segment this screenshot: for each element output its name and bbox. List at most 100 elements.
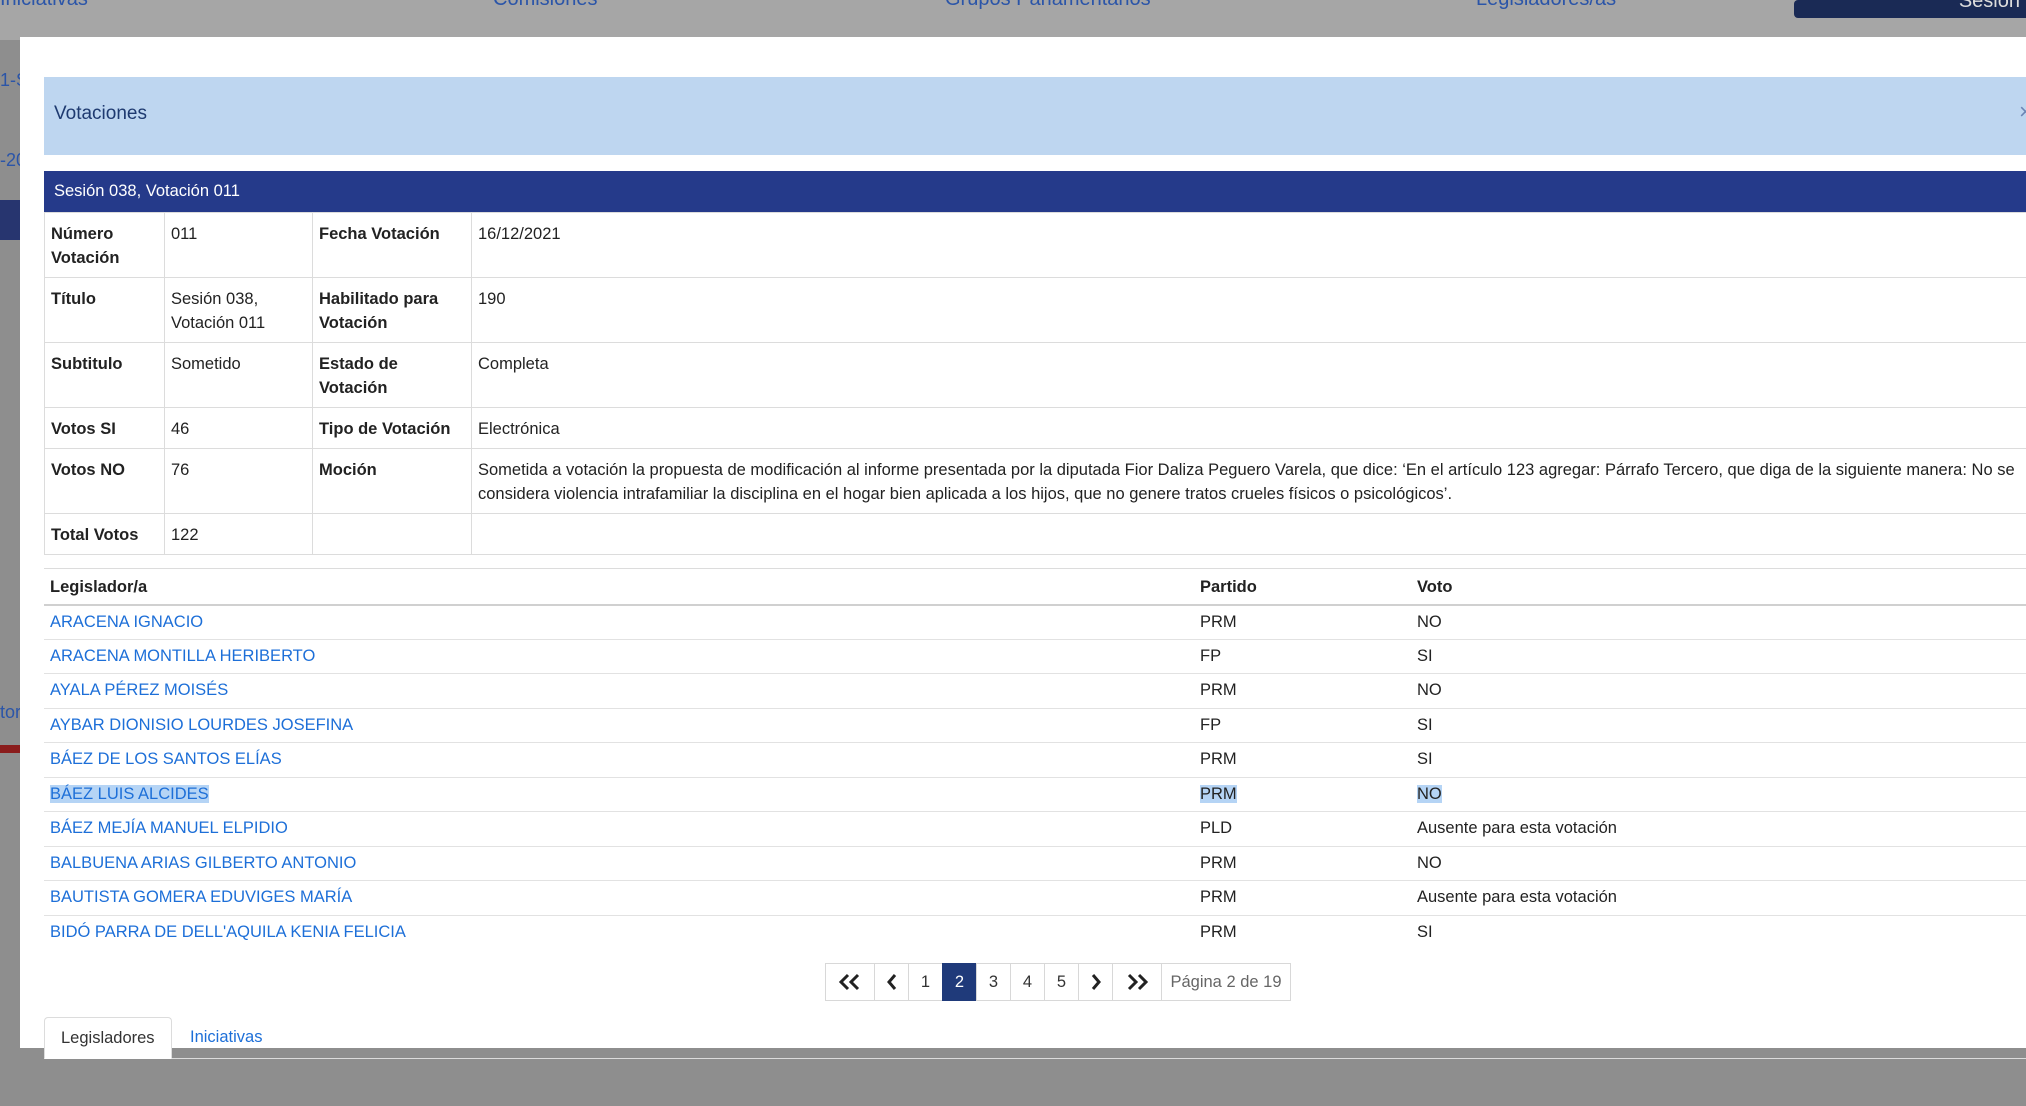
- party-cell: PRM: [1194, 742, 1411, 778]
- habilitado-label: Habilitado para Votación: [312, 277, 472, 343]
- mocion-value: Sometida a votación la propuesta de modi…: [471, 448, 2026, 514]
- double-chevron-right-icon: [1127, 973, 1149, 991]
- chevron-left-icon: [886, 974, 896, 990]
- legislator-link[interactable]: BAUTISTA GOMERA EDUVIGES MARÍA: [50, 888, 352, 906]
- vote-cell: SI: [1417, 923, 1433, 941]
- mocion-label: Moción: [312, 448, 472, 514]
- session-header: Sesión 038, Votación 011: [44, 171, 2026, 212]
- table-row: BALBUENA ARIAS GILBERTO ANTONIO PRM NO: [44, 846, 2026, 881]
- col-partido: Partido: [1194, 568, 1411, 606]
- table-row: BAUTISTA GOMERA EDUVIGES MARÍA PRM Ausen…: [44, 880, 2026, 916]
- party-cell: PRM: [1194, 673, 1411, 709]
- empty-cell: [312, 513, 472, 555]
- info-row: Votos NO 76 Moción Sometida a votación l…: [44, 448, 2026, 514]
- bg-bar: [0, 200, 22, 240]
- bg-session-button: Sesión: [1794, 0, 2026, 18]
- table-row: ARACENA MONTILLA HERIBERTO FP SI: [44, 639, 2026, 674]
- tab-legisladores[interactable]: Legisladores: [44, 1017, 172, 1059]
- bg-nav-iniciativas: Iniciativas: [0, 0, 88, 11]
- fecha-label: Fecha Votación: [312, 212, 472, 278]
- legislators-table: Legislador/a Partido Voto ARACENA IGNACI…: [44, 568, 2026, 950]
- modal-title: Votaciones: [54, 103, 147, 124]
- info-row: Total Votos 122: [44, 513, 2026, 555]
- table-row: ARACENA IGNACIO PRM NO: [44, 604, 2026, 640]
- page-2-button[interactable]: 2: [942, 963, 977, 1001]
- prev-page-button[interactable]: [874, 963, 909, 1001]
- vote-cell: NO: [1411, 846, 2026, 881]
- page-3-button[interactable]: 3: [976, 963, 1011, 1001]
- page-1-button[interactable]: 1: [908, 963, 943, 1001]
- page-5-button[interactable]: 5: [1044, 963, 1079, 1001]
- close-icon[interactable]: ×: [2019, 99, 2026, 125]
- votos-no-value: 76: [164, 448, 313, 514]
- votos-si-label: Votos SI: [44, 407, 165, 449]
- last-page-button[interactable]: [1112, 963, 1162, 1001]
- party-cell: PRM: [1200, 923, 1237, 941]
- total-label: Total Votos: [44, 513, 165, 555]
- legislator-link[interactable]: BÁEZ MEJÍA MANUEL ELPIDIO: [50, 819, 288, 837]
- legislator-link[interactable]: AYALA PÉREZ MOISÉS: [50, 681, 228, 699]
- tipo-value: Electrónica: [471, 407, 2026, 449]
- pagination: 1 2 3 4 5 Página 2 de 19: [825, 963, 1291, 1001]
- table-row: BÁEZ DE LOS SANTOS ELÍAS PRM SI: [44, 742, 2026, 778]
- modal-tabs: Legisladores Iniciativas: [44, 1017, 2026, 1059]
- habilitado-value: 190: [471, 277, 2026, 343]
- background-nav: Iniciativas Comisiones Grupos Parlamenta…: [0, 0, 2026, 40]
- vote-cell: NO: [1411, 604, 2026, 640]
- legislator-link[interactable]: ARACENA MONTILLA HERIBERTO: [50, 647, 315, 665]
- table-row: BIDÓ PARRA DE DELL'AQUILA KENIA FELICIA …: [44, 915, 2026, 950]
- legislator-link[interactable]: AYBAR DIONISIO LOURDES JOSEFINA: [50, 716, 353, 734]
- info-row: Número Votación 011 Fecha Votación 16/12…: [44, 212, 2026, 278]
- table-row-selected: BÁEZ LUIS ALCIDES PRM NO: [44, 777, 2026, 812]
- vote-cell: NO: [1417, 784, 1442, 803]
- col-voto: Voto: [1411, 568, 2026, 606]
- vote-cell: NO: [1411, 673, 2026, 709]
- legislator-link[interactable]: BIDÓ PARRA DE DELL'AQUILA KENIA FELICIA: [50, 923, 406, 941]
- session-title: Sesión 038, Votación 011: [54, 182, 240, 200]
- estado-label: Estado de Votación: [312, 342, 472, 408]
- vote-cell: SI: [1411, 742, 2026, 778]
- party-cell: PRM: [1194, 880, 1411, 916]
- table-row: AYALA PÉREZ MOISÉS PRM NO: [44, 673, 2026, 709]
- info-row: Título Sesión 038, Votación 011 Habilita…: [44, 277, 2026, 343]
- numero-label: Número Votación: [44, 212, 165, 278]
- tab-iniciativas[interactable]: Iniciativas: [174, 1017, 278, 1059]
- vote-cell: Ausente para esta votación: [1411, 811, 2026, 847]
- chevron-right-icon: [1091, 974, 1101, 990]
- party-cell: FP: [1194, 708, 1411, 743]
- bg-nav-grupos: Grupos Parlamentarios: [945, 0, 1151, 11]
- vote-cell: SI: [1411, 639, 2026, 674]
- page-info: Página 2 de 19: [1161, 963, 1291, 1001]
- legislator-link[interactable]: BÁEZ LUIS ALCIDES: [50, 784, 209, 803]
- col-legislador: Legislador/a: [44, 568, 1194, 606]
- votaciones-modal: Votaciones × Sesión 038, Votación 011 Nú…: [20, 37, 2026, 1059]
- party-cell: PLD: [1194, 811, 1411, 847]
- modal-header: Votaciones ×: [44, 77, 2026, 155]
- legislator-link[interactable]: BALBUENA ARIAS GILBERTO ANTONIO: [50, 854, 356, 872]
- table-header-row: Legislador/a Partido Voto: [44, 568, 2026, 606]
- tipo-label: Tipo de Votación: [312, 407, 472, 449]
- bg-nav-comisiones: Comisiones: [493, 0, 597, 11]
- bg-nav-legisladores: Legisladores/as: [1476, 0, 1616, 11]
- next-page-button[interactable]: [1078, 963, 1113, 1001]
- bg-red-bar: [0, 745, 22, 753]
- legislator-link[interactable]: ARACENA IGNACIO: [50, 613, 203, 631]
- info-row: Subtitulo Sometido Estado de Votación Co…: [44, 342, 2026, 408]
- votos-si-value: 46: [164, 407, 313, 449]
- titulo-label: Título: [44, 277, 165, 343]
- subtitulo-value: Sometido: [164, 342, 313, 408]
- party-cell: PRM: [1194, 604, 1411, 640]
- votos-no-label: Votos NO: [44, 448, 165, 514]
- vote-info-table: Número Votación 011 Fecha Votación 16/12…: [44, 212, 2026, 555]
- numero-value: 011: [164, 212, 313, 278]
- table-row: BÁEZ MEJÍA MANUEL ELPIDIO PLD Ausente pa…: [44, 811, 2026, 847]
- legislator-link[interactable]: BÁEZ DE LOS SANTOS ELÍAS: [50, 750, 282, 768]
- party-cell: FP: [1194, 639, 1411, 674]
- fecha-value: 16/12/2021: [471, 212, 2026, 278]
- page-4-button[interactable]: 4: [1010, 963, 1045, 1001]
- party-cell: PRM: [1194, 846, 1411, 881]
- table-row: AYBAR DIONISIO LOURDES JOSEFINA FP SI: [44, 708, 2026, 743]
- first-page-button[interactable]: [825, 963, 875, 1001]
- subtitulo-label: Subtitulo: [44, 342, 165, 408]
- empty-cell: [471, 513, 2026, 555]
